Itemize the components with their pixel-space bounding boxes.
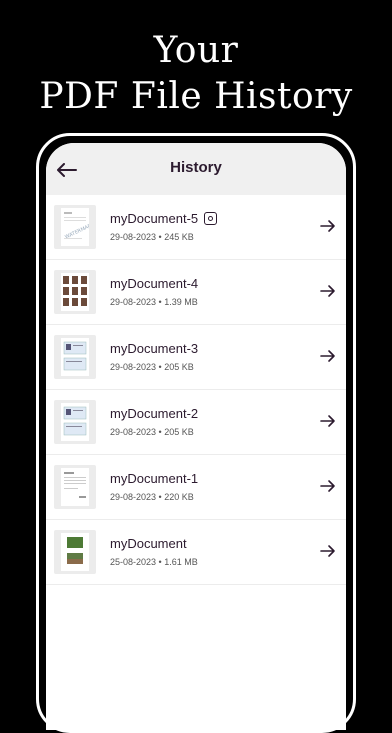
file-meta: 29-08-2023 • 220 KB — [110, 492, 194, 502]
file-row[interactable]: myDocument-4 29-08-2023 • 1.39 MB — [46, 260, 346, 325]
file-name: myDocument-5 — [110, 211, 218, 226]
file-meta: 25-08-2023 • 1.61 MB — [110, 557, 198, 567]
arrow-right-icon[interactable] — [320, 349, 336, 363]
file-meta: 29-08-2023 • 205 KB — [110, 427, 194, 437]
phone-frame: History WATERMARK myDocument-5 29-08-202… — [36, 133, 356, 733]
headline-line-2: PDF File History — [39, 76, 353, 117]
page-title: History — [170, 159, 222, 176]
file-row[interactable]: myDocument-3 29-08-2023 • 205 KB — [46, 325, 346, 390]
arrow-right-icon[interactable] — [320, 414, 336, 428]
file-thumbnail — [54, 270, 96, 314]
file-row[interactable]: myDocument 25-08-2023 • 1.61 MB — [46, 520, 346, 585]
file-name: myDocument-4 — [110, 276, 199, 291]
file-name: myDocument-1 — [110, 471, 199, 486]
file-thumbnail — [54, 335, 96, 379]
arrow-right-icon[interactable] — [320, 544, 336, 558]
file-meta: 29-08-2023 • 205 KB — [110, 362, 194, 372]
arrow-right-icon[interactable] — [320, 479, 336, 493]
file-thumbnail — [54, 530, 96, 574]
arrow-right-icon[interactable] — [320, 219, 336, 233]
svg-text:WATERMARK: WATERMARK — [64, 221, 89, 240]
promo-headline: Your PDF File History — [0, 28, 392, 120]
file-meta: 29-08-2023 • 1.39 MB — [110, 297, 198, 307]
app-screen: History WATERMARK myDocument-5 29-08-202… — [46, 143, 346, 730]
lock-badge-icon — [204, 212, 218, 225]
file-thumbnail — [54, 400, 96, 444]
file-row[interactable]: myDocument-1 29-08-2023 • 220 KB — [46, 455, 346, 520]
file-name: myDocument-3 — [110, 341, 199, 356]
file-meta: 29-08-2023 • 245 KB — [110, 232, 194, 242]
headline-line-1: Your — [153, 30, 239, 71]
app-bar: History — [46, 143, 346, 195]
file-row[interactable]: myDocument-2 29-08-2023 • 205 KB — [46, 390, 346, 455]
file-row[interactable]: WATERMARK myDocument-5 29-08-2023 • 245 … — [46, 195, 346, 260]
file-thumbnail: WATERMARK — [54, 205, 96, 249]
file-thumbnail — [54, 465, 96, 509]
file-history-list: WATERMARK myDocument-5 29-08-2023 • 245 … — [46, 195, 346, 585]
arrow-right-icon[interactable] — [320, 284, 336, 298]
file-name: myDocument-2 — [110, 406, 199, 421]
file-name: myDocument — [110, 536, 187, 551]
